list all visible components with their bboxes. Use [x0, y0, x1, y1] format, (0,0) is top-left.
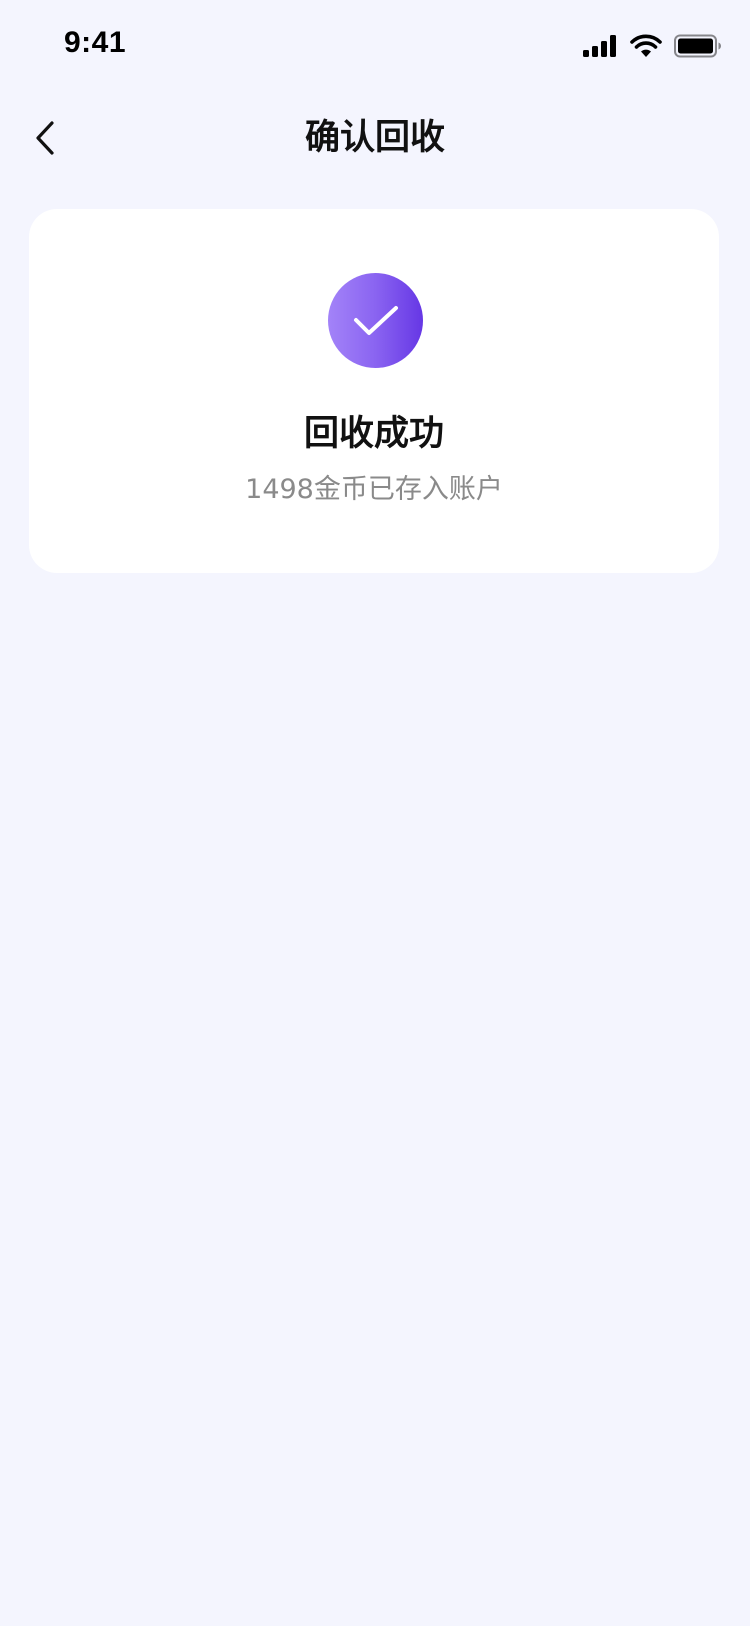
page-title: 确认回收	[304, 118, 445, 158]
nav-bar: 确认回收	[0, 92, 750, 184]
check-icon	[353, 305, 398, 335]
status-time: 9:41	[64, 26, 127, 59]
status-bar: 9:41	[0, 0, 750, 92]
battery-icon	[674, 34, 721, 58]
status-icons	[582, 32, 722, 60]
wifi-icon	[630, 34, 662, 57]
success-badge	[328, 273, 423, 368]
signal-icon	[583, 35, 616, 57]
result-title: 回收成功	[303, 414, 444, 454]
result-card: 回收成功 1498金币已存入账户	[29, 209, 719, 573]
result-description: 1498金币已存入账户	[245, 474, 503, 505]
